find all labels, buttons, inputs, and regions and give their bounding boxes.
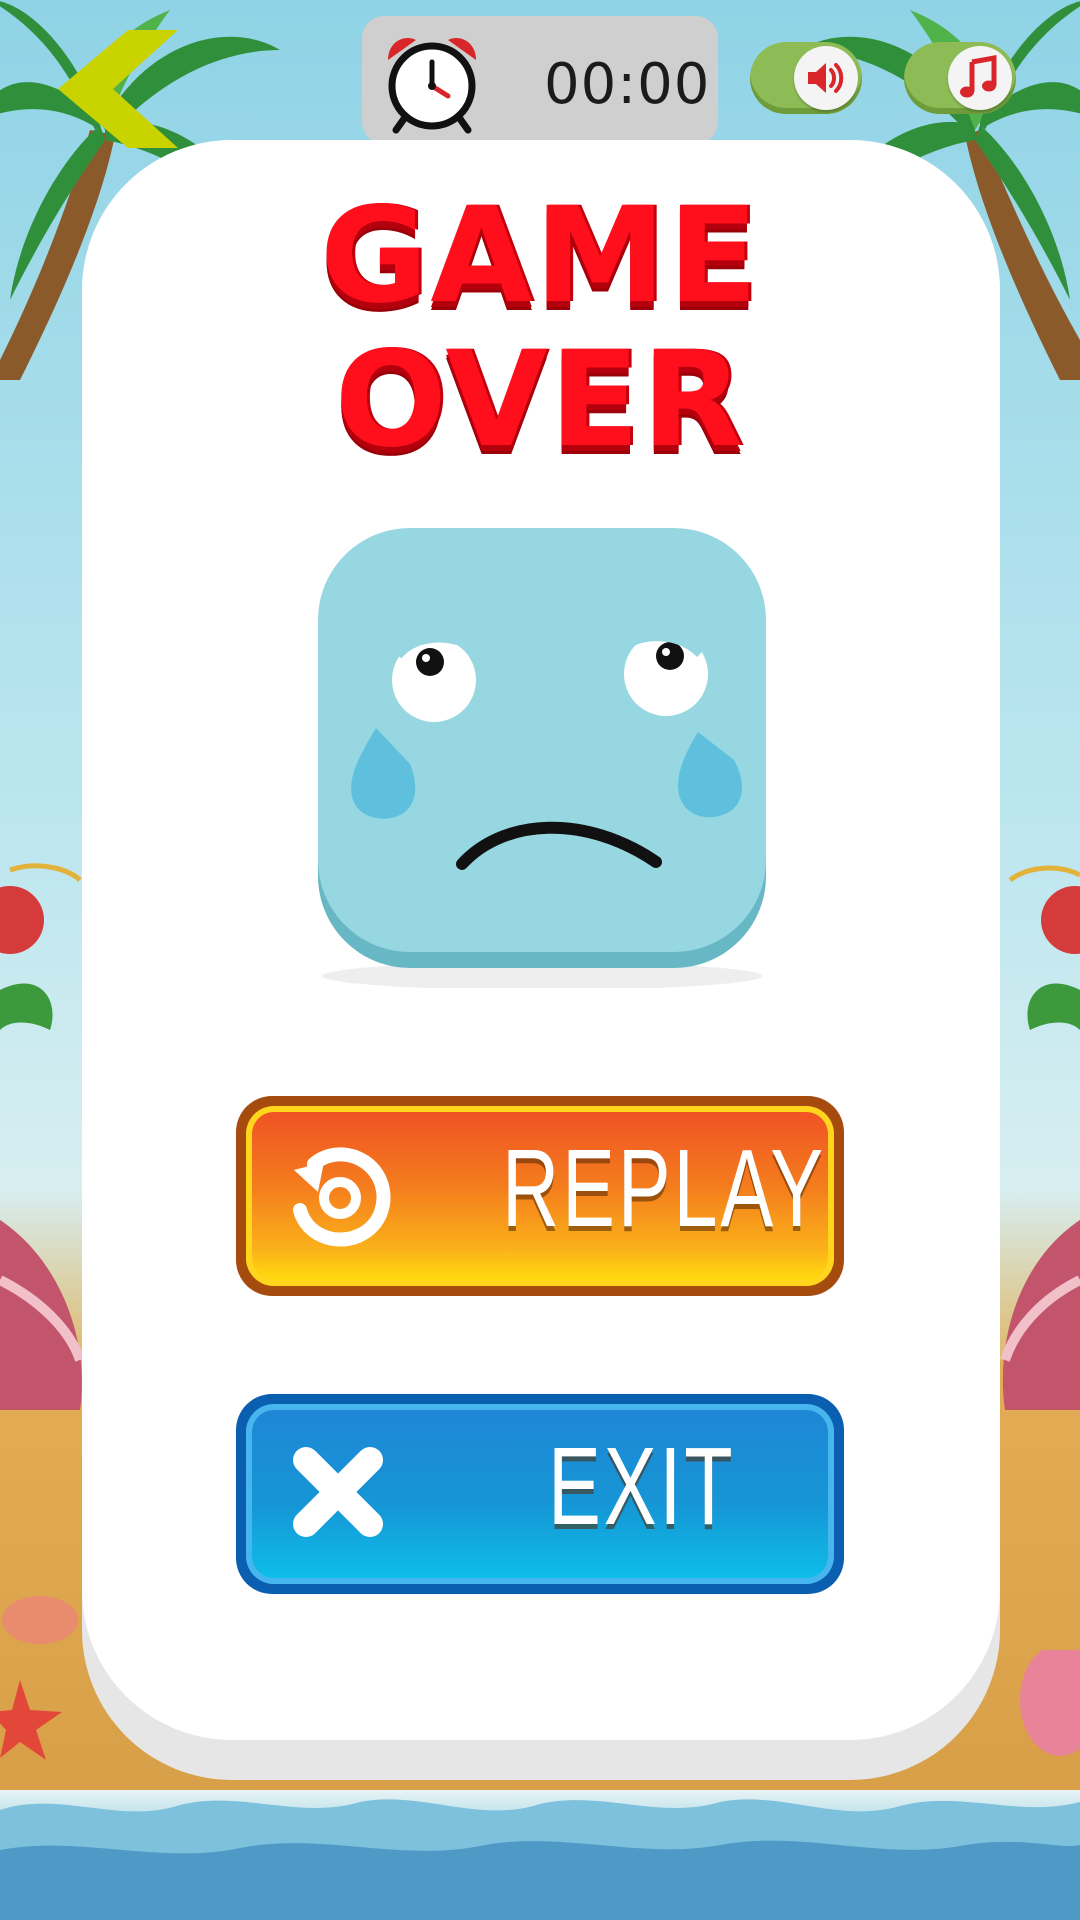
timer-value: 00:00: [544, 52, 711, 117]
replay-icon: [293, 1147, 391, 1247]
music-toggle[interactable]: [904, 42, 1016, 114]
starfish-decoration: [0, 1596, 78, 1760]
sea-water: [0, 1790, 1080, 1920]
sound-toggle-knob: [794, 46, 858, 110]
flip-flop-decoration: [1020, 1650, 1080, 1756]
game-over-title-line2: OVER: [334, 323, 746, 477]
back-button[interactable]: [58, 30, 178, 148]
sound-toggle[interactable]: [750, 42, 862, 114]
flower-decoration-left: [0, 863, 82, 1030]
music-toggle-knob: [948, 46, 1012, 110]
music-note-icon: [960, 55, 997, 98]
timer-panel: 00:00: [362, 16, 718, 144]
speaker-icon: [808, 63, 844, 93]
surfboard-left: [0, 1220, 85, 1410]
exit-button[interactable]: EXIT: [236, 1394, 844, 1594]
replay-button-label: REPLAY: [502, 1127, 826, 1250]
crying-face-icon: [318, 528, 766, 988]
exit-button-label: EXIT: [548, 1425, 736, 1548]
chevron-left-icon: [58, 30, 178, 148]
close-icon: [293, 1447, 383, 1537]
replay-button[interactable]: REPLAY: [236, 1096, 844, 1296]
game-over-title-line1: GAME: [319, 179, 761, 333]
alarm-clock-icon: [388, 38, 476, 134]
flower-decoration-right: [1008, 865, 1080, 1030]
game-screen: 00:00 GAME OVER REPLAY EXIT: [0, 0, 1080, 1920]
surfboard-right: [1000, 1220, 1080, 1410]
